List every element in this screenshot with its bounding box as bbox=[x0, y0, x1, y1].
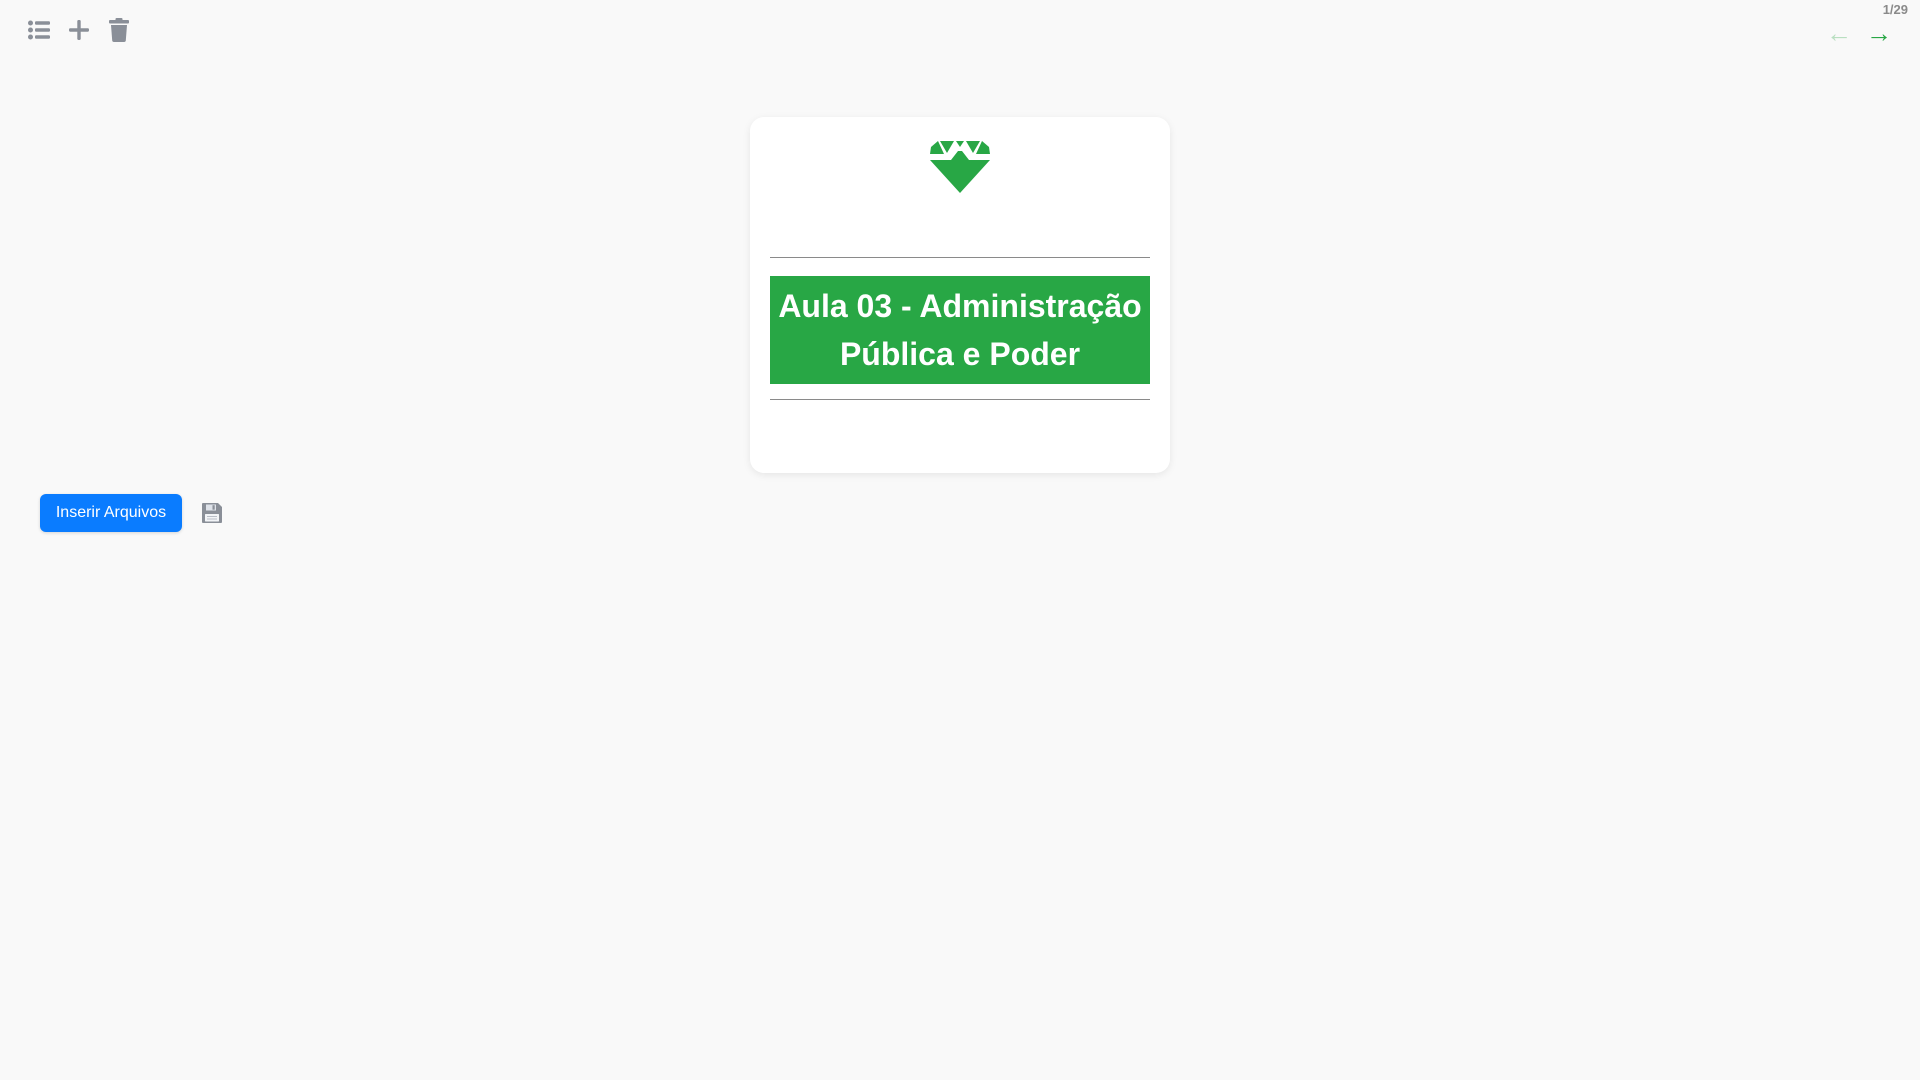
floppy-disk-icon bbox=[202, 503, 222, 523]
insert-files-button[interactable]: Inserir Arquivos bbox=[40, 494, 182, 532]
slide-title: Aula 03 - Administração Pública e Poder bbox=[770, 276, 1150, 384]
toolbar bbox=[28, 18, 130, 42]
trash-icon bbox=[109, 18, 129, 42]
top-divider bbox=[770, 257, 1150, 258]
list-icon bbox=[28, 20, 50, 40]
bottom-divider bbox=[770, 399, 1150, 400]
previous-arrow-icon[interactable]: ← bbox=[1826, 20, 1852, 46]
list-button[interactable] bbox=[28, 18, 50, 42]
plus-icon bbox=[69, 20, 89, 40]
slide-navigation: ← → bbox=[1826, 20, 1892, 46]
add-button[interactable] bbox=[68, 18, 90, 42]
slide-card: Aula 03 - Administração Pública e Poder bbox=[750, 117, 1170, 473]
save-button[interactable] bbox=[200, 500, 224, 526]
delete-button[interactable] bbox=[108, 18, 130, 42]
page-counter: 1/29 bbox=[1882, 2, 1908, 17]
next-arrow-icon[interactable]: → bbox=[1866, 20, 1892, 46]
diamond-icon bbox=[930, 141, 990, 193]
